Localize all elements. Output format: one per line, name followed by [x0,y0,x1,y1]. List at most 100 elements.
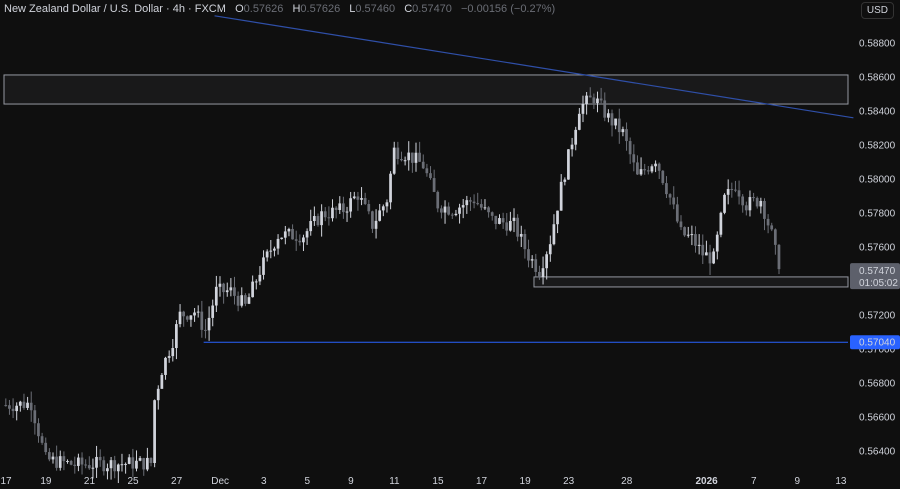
candle-body [472,201,476,204]
candle-body [175,324,178,349]
candle-body [418,152,421,162]
candle-body [15,405,19,412]
candle-body [37,423,40,437]
candle-body [240,295,244,306]
candle-body [410,152,414,163]
candle-body [534,259,538,272]
candle-body [737,190,741,197]
currency-button[interactable]: USD [860,2,894,19]
candle-body [331,207,334,219]
candle-body [508,220,512,231]
candle-body [182,311,185,317]
candle-body [95,456,98,468]
candle-body [654,163,657,167]
candle-body [469,200,472,202]
candle-body [171,348,175,357]
x-axis-tick: 15 [432,476,444,487]
candle-body [730,189,734,191]
x-axis-tick: 2026 [695,476,718,487]
candle-body [744,205,748,211]
candle-body [617,118,621,133]
candle-body [196,311,200,313]
candle-body [719,212,723,235]
candle-body [715,234,719,252]
candle-body [51,456,55,460]
candle-body [530,259,534,261]
candle-body [312,216,316,222]
x-axis-tick: 5 [305,476,311,487]
candle-body [766,218,770,226]
candle-body [712,251,715,264]
y-axis-tick: 0.58600 [859,73,896,84]
candle-body [135,460,138,469]
candle-body [548,244,552,255]
candle-body [773,229,777,245]
candle-body [156,388,160,401]
candle-body [625,129,628,142]
candle-body [106,468,109,472]
candle-body [436,191,440,209]
x-axis-tick: 17 [476,476,488,487]
candle-body [316,216,320,226]
candle-body [360,198,363,200]
candle-body [701,244,705,256]
chart-legend: New Zealand Dollar / U.S. Dollar · 4h · … [4,3,561,15]
candle-body [708,252,712,264]
candle-body [84,464,87,466]
candle-body [222,283,225,293]
candle-body [392,147,396,174]
x-axis-tick: 23 [563,476,575,487]
candle-body [214,286,218,306]
candle-body [87,465,91,469]
candle-body [273,248,276,251]
candle-body [487,207,490,213]
candle-body [258,274,262,282]
candle-body [763,200,766,219]
candle-body [505,222,509,231]
candle-body [367,204,371,212]
candle-body [44,442,48,453]
candle-body [283,231,287,238]
candle-body [675,204,679,222]
y-axis-tick: 0.56600 [859,413,896,424]
candle-body [585,95,588,105]
candle-body [581,104,585,114]
candle-body [131,457,135,469]
candle-body [40,436,44,443]
candle-body [621,129,625,133]
candle-body [657,163,661,171]
candle-body [98,456,102,461]
candle-body [447,206,450,215]
candle-body [302,237,305,243]
candle-body [385,202,389,207]
candle-body [440,208,443,213]
price-chart[interactable]: 0.58800 0.58600 0.58400 0.58200 0.58000 0.578… [0,0,900,489]
y-axis-tick: 0.58400 [859,107,896,118]
candle-body [396,147,400,160]
level-price-label: 0.57040 [859,338,896,349]
candle-body [527,249,530,261]
candle-body [494,215,498,224]
candle-body [33,410,37,424]
candle-body [454,213,458,216]
candle-body [458,207,461,214]
candle-body [643,169,647,171]
candle-body [287,228,291,232]
y-axis-tick: 0.57600 [859,243,896,254]
candle-body [461,205,465,208]
candle-body [679,221,683,228]
candle-body [577,113,581,130]
candle-body [153,400,156,463]
x-axis-tick: 19 [520,476,532,487]
candle-body [639,169,643,175]
x-axis-tick: 7 [751,476,757,487]
candle-body [276,238,280,249]
candle-body [723,194,726,213]
candle-body [552,224,556,245]
candle-body [363,198,367,205]
candle-body [26,402,29,408]
candle-body [18,401,22,406]
candle-body [734,189,737,191]
candle-body [225,290,229,293]
candle-body [443,206,447,213]
